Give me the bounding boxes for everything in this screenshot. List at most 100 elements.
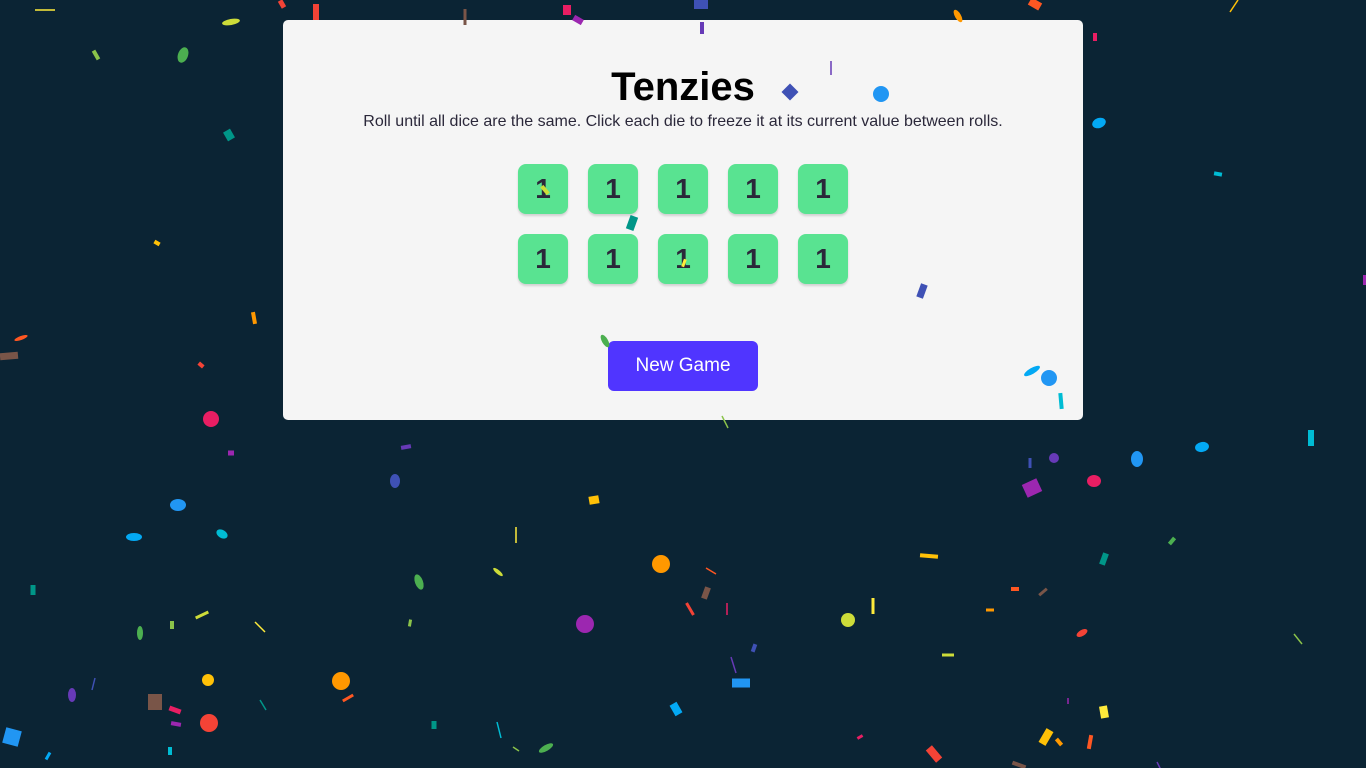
confetti-piece: [137, 626, 143, 640]
confetti-piece: [216, 529, 228, 539]
confetti-piece: [496, 721, 502, 739]
confetti-piece: [669, 701, 683, 717]
confetti-piece: [1131, 451, 1143, 467]
confetti-piece: [254, 621, 266, 633]
dice-grid: 1 1 1 1 1 1 1 1 1 1: [518, 164, 848, 284]
confetti-piece: [563, 5, 571, 15]
confetti-piece: [1038, 728, 1054, 746]
confetti-piece: [588, 495, 600, 505]
confetti-piece: [197, 361, 205, 369]
confetti-piece: [170, 721, 182, 727]
confetti-piece: [1054, 737, 1064, 747]
confetti-piece: [250, 311, 258, 325]
confetti-piece: [652, 555, 670, 573]
confetti-piece: [222, 18, 240, 26]
confetti-piece: [1092, 117, 1106, 129]
confetti-piece: [342, 693, 354, 703]
confetti-piece: [91, 677, 96, 691]
confetti-piece: [856, 734, 864, 740]
confetti-piece: [1093, 33, 1097, 41]
die[interactable]: 1: [588, 234, 638, 284]
confetti-piece: [431, 721, 437, 729]
confetti-piece: [1156, 761, 1161, 768]
confetti-piece: [1011, 587, 1019, 591]
confetti-piece: [942, 653, 954, 657]
confetti-piece: [1308, 430, 1314, 446]
confetti-piece: [14, 334, 28, 342]
die[interactable]: 1: [518, 234, 568, 284]
confetti-piece: [177, 47, 189, 63]
confetti-piece: [400, 444, 412, 450]
confetti-piece: [576, 615, 594, 633]
confetti-piece: [730, 656, 737, 674]
confetti-piece: [170, 499, 186, 511]
confetti-piece: [223, 128, 235, 142]
confetti-piece: [407, 619, 413, 627]
confetti-piece: [701, 586, 711, 600]
die[interactable]: 1: [658, 234, 708, 284]
die[interactable]: 1: [728, 164, 778, 214]
new-game-button[interactable]: New Game: [608, 341, 758, 391]
confetti-piece: [732, 678, 750, 688]
confetti-piece: [1076, 629, 1088, 637]
confetti-piece: [200, 714, 218, 732]
confetti-piece: [414, 574, 424, 590]
confetti-piece: [126, 533, 142, 541]
confetti-piece: [1167, 536, 1177, 546]
confetti-piece: [841, 613, 855, 627]
confetti-piece: [1099, 705, 1109, 719]
confetti-piece: [91, 49, 101, 61]
confetti-piece: [871, 598, 875, 614]
game-card: Tenzies Roll until all dice are the same…: [283, 20, 1083, 420]
confetti-piece: [1021, 478, 1043, 498]
confetti-piece: [1028, 458, 1032, 468]
confetti-piece: [1038, 587, 1048, 597]
confetti-piece: [170, 621, 174, 629]
confetti-piece: [986, 608, 994, 612]
confetti-piece: [228, 450, 234, 456]
confetti-piece: [168, 747, 172, 755]
confetti-piece: [1049, 453, 1059, 463]
confetti-piece: [1011, 760, 1027, 768]
confetti-piece: [1293, 633, 1303, 645]
die[interactable]: 1: [588, 164, 638, 214]
confetti-piece: [168, 705, 182, 715]
confetti-piece: [538, 743, 554, 753]
confetti-piece: [1027, 0, 1043, 11]
confetti-piece: [2, 727, 22, 747]
confetti-piece: [1213, 171, 1223, 177]
confetti-piece: [313, 4, 319, 20]
confetti-piece: [202, 674, 214, 686]
die[interactable]: 1: [798, 164, 848, 214]
confetti-piece: [148, 694, 162, 710]
instructions-text: Roll until all dice are the same. Click …: [363, 113, 1003, 130]
confetti-piece: [153, 239, 161, 247]
confetti-piece: [332, 672, 350, 690]
confetti-piece: [925, 745, 943, 763]
confetti-piece: [1087, 475, 1101, 487]
confetti-piece: [512, 746, 520, 752]
confetti-piece: [68, 688, 76, 702]
page-title: Tenzies: [611, 65, 755, 109]
confetti-piece: [685, 602, 695, 616]
confetti-piece: [0, 351, 19, 361]
confetti-piece: [750, 643, 758, 653]
confetti-piece: [919, 553, 939, 559]
confetti-piece: [277, 0, 287, 9]
confetti-piece: [30, 585, 36, 595]
confetti-piece: [705, 567, 717, 575]
confetti-piece: [1229, 0, 1239, 13]
die[interactable]: 1: [658, 164, 708, 214]
confetti-piece: [195, 610, 209, 620]
confetti-piece: [1099, 552, 1109, 566]
die[interactable]: 1: [728, 234, 778, 284]
confetti-piece: [493, 567, 503, 577]
confetti-piece: [203, 411, 219, 427]
confetti-piece: [694, 0, 708, 9]
die[interactable]: 1: [518, 164, 568, 214]
confetti-piece: [259, 699, 267, 711]
confetti-piece: [44, 751, 52, 761]
confetti-piece: [1195, 441, 1209, 453]
die[interactable]: 1: [798, 234, 848, 284]
confetti-piece: [390, 474, 400, 488]
